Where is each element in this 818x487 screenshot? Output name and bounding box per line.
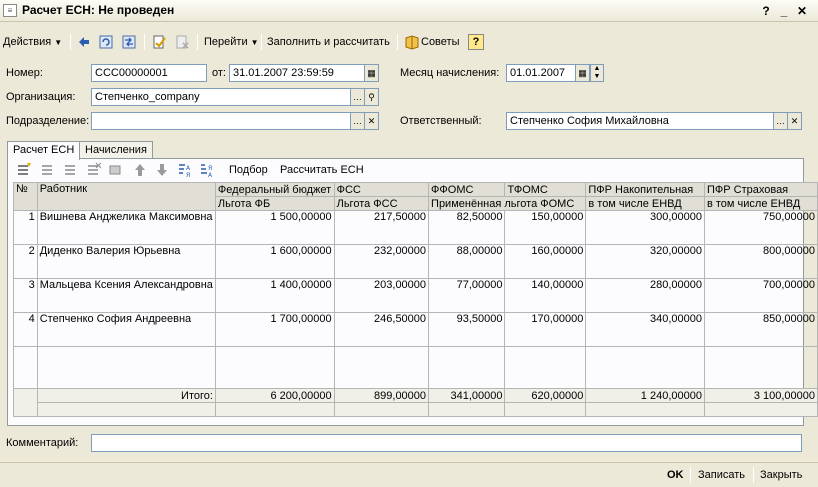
goto-menu[interactable]: Перейти ▼ xyxy=(204,31,259,53)
move-up-icon[interactable] xyxy=(132,162,148,178)
help-window-button[interactable]: ? xyxy=(758,3,774,19)
col-header-employee[interactable]: Работник xyxy=(36,182,216,211)
end-edit-icon[interactable] xyxy=(108,162,124,178)
col-header-number[interactable]: № xyxy=(13,182,38,211)
col-header-foms-benefit[interactable]: Применённая льгота ФОМС xyxy=(428,196,587,211)
col-header-federal-budget[interactable]: Федеральный бюджет xyxy=(214,182,335,197)
pick-button[interactable]: Подбор xyxy=(229,160,268,180)
number-label: Номер: xyxy=(6,67,43,79)
window-title: Расчет ЕСН: Не проведен xyxy=(22,3,175,17)
actions-menu[interactable]: Действия ▼ xyxy=(3,31,62,53)
main-toolbar: Действия ▼ Перейти ▼ Заполнить и рассчитат… xyxy=(0,31,818,53)
close-window-button[interactable]: ✕ xyxy=(794,3,810,19)
svg-text:A: A xyxy=(186,165,191,172)
edit-row-icon[interactable] xyxy=(63,162,79,178)
select-ellipsis-icon[interactable]: … xyxy=(774,112,788,130)
col-header-pfr-insurance-envd[interactable]: в том числе ЕНВД xyxy=(703,196,818,211)
col-header-pfr-funded-envd[interactable]: в том числе ЕНВД xyxy=(585,196,705,211)
table-row[interactable]: 4 Степченко София Андреевна 1 700,00000 … xyxy=(13,312,818,347)
col-header-fb-benefit[interactable]: Льгота ФБ xyxy=(214,196,335,211)
post-document-icon[interactable] xyxy=(151,34,167,50)
table-row[interactable]: 3 Мальцева Ксения Александровна 1 400,00… xyxy=(13,278,818,313)
totals-row-secondary xyxy=(14,402,818,417)
unpost-document-icon[interactable] xyxy=(174,34,190,50)
svg-text:Я: Я xyxy=(208,165,212,172)
select-ellipsis-icon[interactable]: … xyxy=(351,112,365,130)
move-down-icon[interactable] xyxy=(154,162,170,178)
sync-icon[interactable] xyxy=(121,34,137,50)
tab-esn-calculation[interactable]: Расчет ЕСН xyxy=(7,141,81,160)
fill-and-calculate-button[interactable]: Заполнить и рассчитать xyxy=(267,31,390,53)
copy-row-icon[interactable] xyxy=(40,162,56,178)
comment-field[interactable] xyxy=(91,434,802,452)
grid-toolbar: AЯ ЯA Подбор Рассчитать ЕСН xyxy=(8,160,798,180)
table-row[interactable]: 1 Вишнева Анджелика Максимовна 1 500,000… xyxy=(13,210,818,245)
date-field[interactable]: 31.01.2007 23:59:59 xyxy=(229,64,365,82)
calendar-icon[interactable]: ▦ xyxy=(365,64,379,82)
add-row-icon[interactable] xyxy=(16,162,32,178)
sort-ascending-icon[interactable]: AЯ xyxy=(177,162,193,178)
totals-row: Итого: 6 200,00000 899,00000 341,00000 6… xyxy=(13,388,818,417)
number-field[interactable]: CCC00000001 xyxy=(91,64,207,82)
help-button[interactable]: ? xyxy=(468,34,484,50)
sort-descending-icon[interactable]: ЯA xyxy=(199,162,215,178)
spinner-icon[interactable]: ▲ ▼ xyxy=(590,64,604,82)
col-header-pfr-funded[interactable]: ПФР Накопительная xyxy=(585,182,705,197)
write-button[interactable]: Записать xyxy=(698,463,745,487)
document-icon: ≡ xyxy=(3,4,17,17)
totals-label: Итого: xyxy=(36,388,216,403)
tips-button[interactable]: Советы xyxy=(421,31,459,53)
month-label: Месяц начисления: xyxy=(400,67,500,79)
tab-accruals[interactable]: Начисления xyxy=(79,141,153,159)
delete-row-icon[interactable] xyxy=(86,162,102,178)
organization-label: Организация: xyxy=(6,91,76,103)
date-label: от: xyxy=(212,67,226,79)
chevron-down-icon: ▼ xyxy=(54,38,63,47)
empty-area xyxy=(13,346,818,389)
title-bar: ≡ Расчет ЕСН: Не проведен ? _ ✕ xyxy=(0,0,818,22)
bottom-bar: OK Записать Закрыть xyxy=(0,462,818,487)
division-field[interactable] xyxy=(91,112,351,130)
calculate-esn-button[interactable]: Рассчитать ЕСН xyxy=(280,160,364,180)
svg-text:A: A xyxy=(208,172,213,178)
comment-label: Комментарий: xyxy=(6,437,79,449)
arrow-left-icon[interactable] xyxy=(76,34,92,50)
open-search-icon[interactable]: ⚲ xyxy=(365,88,379,106)
col-header-fss[interactable]: ФСС xyxy=(333,182,430,197)
col-header-pfr-insurance[interactable]: ПФР Страховая xyxy=(703,182,818,197)
col-header-fss-benefit[interactable]: Льгота ФСС xyxy=(333,196,430,211)
tips-book-icon xyxy=(405,35,419,50)
col-header-tfoms[interactable]: ТФОМС xyxy=(504,182,587,197)
esn-table: № Работник Федеральный бюджет ФСС ФФОМС … xyxy=(13,182,818,417)
clear-icon[interactable]: ✕ xyxy=(365,112,379,130)
clear-icon[interactable]: ✕ xyxy=(788,112,802,130)
chevron-down-icon: ▼ xyxy=(250,38,259,47)
svg-text:Я: Я xyxy=(186,172,190,178)
responsible-label: Ответственный: xyxy=(400,115,482,127)
ok-button[interactable]: OK xyxy=(667,463,684,487)
col-header-ffoms[interactable]: ФФОМС xyxy=(428,182,506,197)
select-ellipsis-icon[interactable]: … xyxy=(351,88,365,106)
organization-field[interactable]: Степченко_company xyxy=(91,88,351,106)
table-row[interactable]: 2 Диденко Валерия Юрьевна 1 600,00000 23… xyxy=(13,244,818,279)
month-field[interactable]: 01.01.2007 xyxy=(506,64,576,82)
calendar-icon[interactable]: ▦ xyxy=(576,64,590,82)
responsible-field[interactable]: Степченко София Михайловна xyxy=(506,112,774,130)
close-button[interactable]: Закрыть xyxy=(760,463,802,487)
minimize-button[interactable]: _ xyxy=(776,3,792,19)
refresh-icon[interactable] xyxy=(98,34,114,50)
division-label: Подразделение: xyxy=(6,115,90,127)
